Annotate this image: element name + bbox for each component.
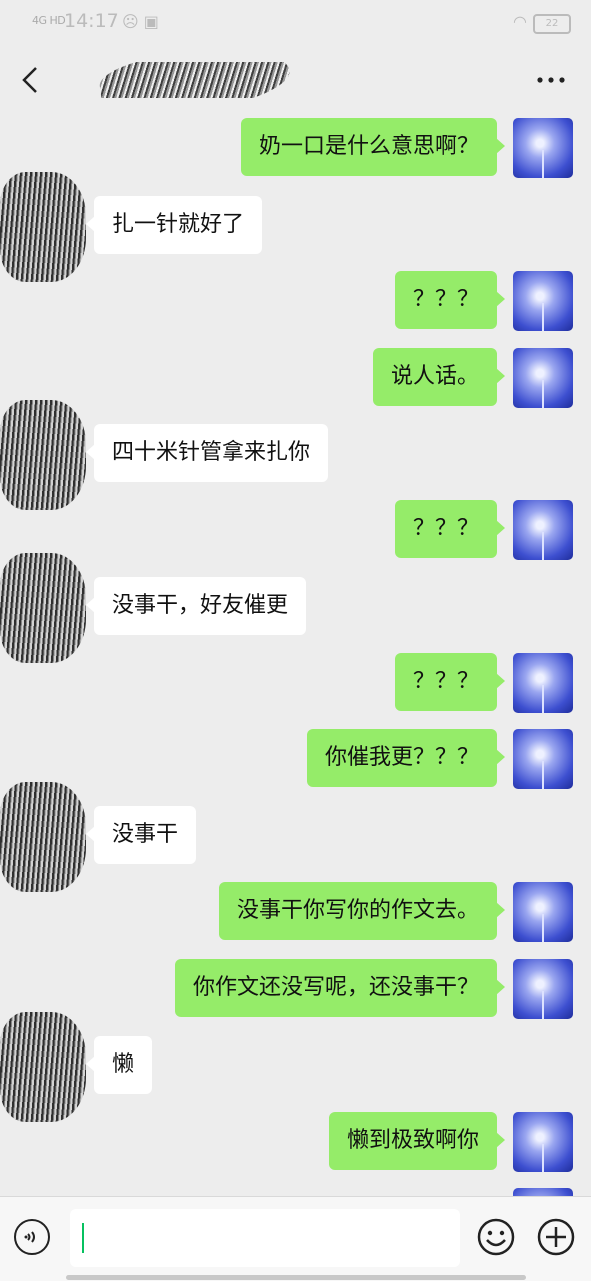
plus-circle-icon[interactable] bbox=[536, 1217, 576, 1257]
wifi-icon: ◠ bbox=[513, 12, 527, 31]
self-avatar[interactable] bbox=[513, 1112, 573, 1172]
clock: 14:17 bbox=[64, 10, 119, 32]
self-avatar[interactable] bbox=[513, 959, 573, 1019]
sent-message-bubble[interactable]: 懒到极致啊你 bbox=[328, 1112, 506, 1170]
message-list[interactable]: 奶一口是什么意思啊？ 扎一针就好了 ？？？ 说人话。 四十米针管拿来扎你 ？？？ 没事干，好… bbox=[0, 116, 591, 1196]
contact-avatar[interactable] bbox=[0, 553, 86, 663]
chevron-left-icon bbox=[22, 67, 37, 93]
message-row: 你催我更？？？ bbox=[0, 729, 591, 799]
redaction-scribble bbox=[96, 62, 294, 98]
more-dots-icon bbox=[537, 77, 565, 83]
message-row: ？？？ bbox=[0, 500, 591, 570]
message-row: ？？？ bbox=[0, 271, 591, 341]
received-message-bubble[interactable]: 懒 bbox=[85, 1036, 153, 1094]
message-row: 没事干你写你的作文去。 bbox=[0, 882, 591, 952]
received-message-bubble[interactable]: 没事干，好友催更 bbox=[85, 577, 307, 635]
sent-message-bubble[interactable]: 你作文还没写呢，还没事干？ bbox=[174, 959, 506, 1017]
sent-message-bubble[interactable]: ？？？ bbox=[394, 653, 506, 711]
self-avatar[interactable] bbox=[513, 1188, 573, 1196]
contact-avatar[interactable] bbox=[0, 1012, 86, 1122]
chat-header bbox=[0, 44, 591, 116]
voice-button[interactable] bbox=[14, 1219, 50, 1255]
sent-message-bubble[interactable]: 说人话。 bbox=[372, 348, 506, 406]
message-input[interactable] bbox=[70, 1209, 460, 1267]
message-row: 奶一口是什么意思啊？ bbox=[0, 118, 591, 188]
emoji-icon[interactable] bbox=[476, 1217, 516, 1257]
input-bar bbox=[0, 1196, 591, 1281]
sent-message-bubble[interactable]: 没事干你写你的作文去。 bbox=[218, 882, 506, 940]
self-avatar[interactable] bbox=[513, 271, 573, 331]
message-row: 没事干，好友催更 bbox=[0, 553, 591, 663]
self-avatar[interactable] bbox=[513, 653, 573, 713]
message-row: 说人话。 bbox=[0, 348, 591, 418]
sent-message-bubble[interactable]: ？？？ bbox=[394, 500, 506, 558]
message-row: 扎一针就好了 bbox=[0, 172, 591, 282]
message-row: ？？？ bbox=[0, 653, 591, 723]
received-message-bubble[interactable]: 扎一针就好了 bbox=[85, 196, 263, 254]
self-avatar[interactable] bbox=[513, 348, 573, 408]
self-avatar[interactable] bbox=[513, 729, 573, 789]
contact-avatar[interactable] bbox=[0, 782, 86, 892]
sent-message-bubble[interactable]: 你催我更？？？ bbox=[306, 729, 506, 787]
voice-icon bbox=[24, 1231, 35, 1243]
self-avatar[interactable] bbox=[513, 118, 573, 178]
battery-indicator: 22 bbox=[533, 14, 571, 34]
contact-avatar[interactable] bbox=[0, 400, 86, 510]
text-caret bbox=[82, 1223, 84, 1253]
status-bar: 4G HD 14:17 ☹ ▣ ◠ 22 bbox=[0, 0, 591, 44]
message-row: 没事干 bbox=[0, 782, 591, 892]
self-avatar[interactable] bbox=[513, 882, 573, 942]
received-message-bubble[interactable]: 没事干 bbox=[85, 806, 197, 864]
contact-avatar[interactable] bbox=[0, 172, 86, 282]
chat-title bbox=[60, 62, 480, 98]
message-row: 懒到极致啊你 bbox=[0, 1112, 591, 1182]
message-row: 你作文还没写呢，还没事干？ bbox=[0, 959, 591, 1029]
received-message-bubble[interactable]: 四十米针管拿来扎你 bbox=[85, 424, 329, 482]
more-options-button[interactable] bbox=[531, 62, 571, 98]
message-row: 四十米针管拿来扎你 bbox=[0, 400, 591, 510]
back-button[interactable] bbox=[12, 62, 48, 98]
notification-icons: ☹ ▣ bbox=[122, 12, 159, 31]
signal-indicator: 4G HD bbox=[32, 14, 66, 27]
sent-message-bubble[interactable]: 奶一口是什么意思啊？ bbox=[240, 118, 506, 176]
message-row: 懒 bbox=[0, 1012, 591, 1122]
gesture-bar bbox=[66, 1275, 526, 1280]
sent-message-bubble[interactable]: ？？？ bbox=[394, 271, 506, 329]
self-avatar[interactable] bbox=[513, 500, 573, 560]
